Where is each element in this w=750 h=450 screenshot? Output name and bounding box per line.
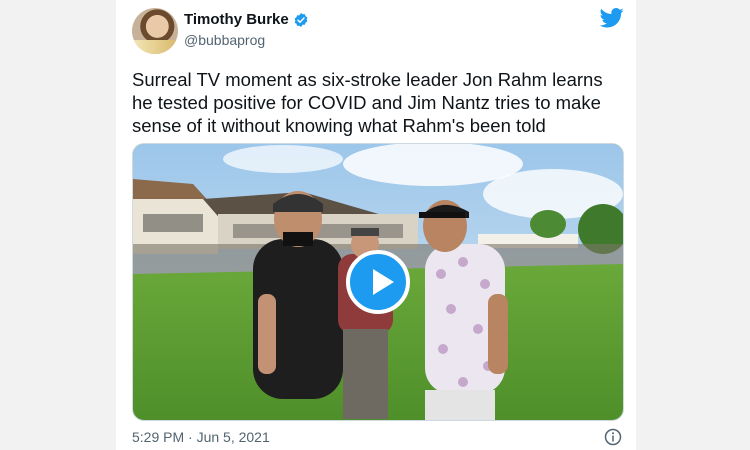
display-name[interactable]: Timothy Burke: [184, 11, 289, 28]
play-icon: [373, 269, 394, 295]
avatar-detail: [132, 40, 178, 54]
handle[interactable]: @bubbaprog: [184, 32, 265, 48]
twitter-bird-icon[interactable]: [600, 8, 624, 28]
verified-badge-icon: [294, 12, 308, 27]
avatar[interactable]: [132, 8, 178, 54]
tweet-text: Surreal TV moment as six-stroke leader J…: [132, 69, 603, 136]
author-row: Timothy Burke: [184, 11, 309, 28]
tweet-card: Timothy Burke @bubbaprog Surreal TV mome…: [116, 0, 636, 450]
timestamp[interactable]: 5:29 PM · Jun 5, 2021: [132, 429, 270, 445]
play-button[interactable]: [346, 250, 410, 314]
video-media[interactable]: [132, 143, 624, 421]
info-icon[interactable]: [604, 428, 622, 446]
